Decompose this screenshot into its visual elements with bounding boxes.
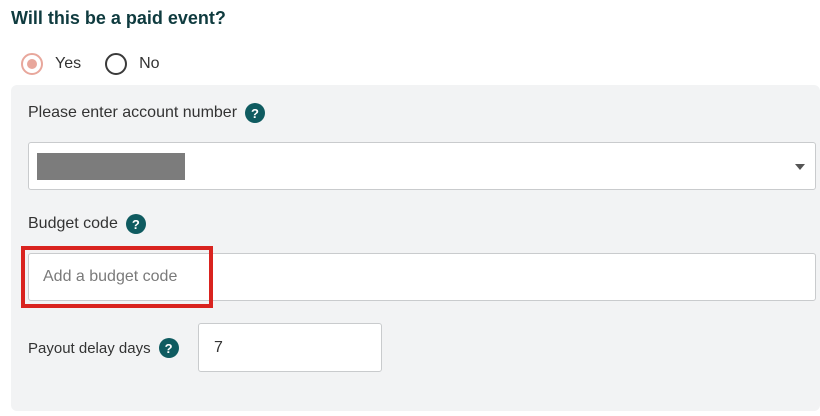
radio-yes-label: Yes <box>55 55 82 72</box>
radio-no-label: No <box>139 55 160 72</box>
payout-delay-input[interactable] <box>198 323 382 372</box>
payout-delay-label: Payout delay days <box>28 339 151 357</box>
budget-code-input[interactable] <box>28 253 816 301</box>
paid-event-radio-group: Yes No <box>21 52 184 76</box>
account-number-help-icon[interactable]: ? <box>245 103 266 123</box>
payout-delay-help-icon[interactable]: ? <box>158 338 179 358</box>
paid-event-details-panel: Please enter account number ? Budget cod… <box>11 85 820 411</box>
budget-code-help-icon[interactable]: ? <box>125 214 146 234</box>
paid-event-question: Will this be a paid event? <box>11 8 226 28</box>
account-number-label: Please enter account number <box>28 104 238 121</box>
radio-option-yes[interactable]: Yes <box>21 53 81 75</box>
radio-no-circle[interactable] <box>105 53 128 75</box>
radio-option-no[interactable]: No <box>105 53 160 75</box>
radio-selected-dot <box>27 59 37 69</box>
budget-code-label-row: Budget code ? <box>28 214 146 234</box>
radio-yes-circle[interactable] <box>21 53 43 75</box>
budget-code-label: Budget code <box>28 215 118 232</box>
chevron-down-icon[interactable] <box>795 164 805 170</box>
account-number-label-row: Please enter account number ? <box>28 103 266 123</box>
redacted-account-value <box>37 153 185 180</box>
account-number-select[interactable] <box>28 142 816 190</box>
payout-delay-label-row: Payout delay days ? <box>28 338 179 358</box>
